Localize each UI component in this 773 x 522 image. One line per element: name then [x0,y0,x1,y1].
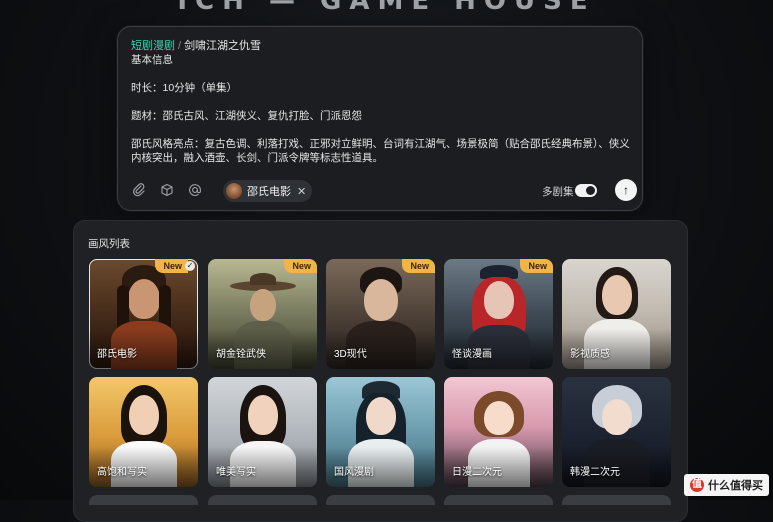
check-icon: ✓ [185,261,195,271]
style-card-guofeng-comic[interactable]: 国风漫剧 [326,377,435,487]
style-card-horror-comic[interactable]: New 怪谈漫画 [444,259,553,369]
style-card-label: 邵氏电影 [97,349,137,360]
style-card-cinematic[interactable]: 影视质感 [562,259,671,369]
close-icon[interactable]: ✕ [297,185,306,198]
style-card-label: 唯美写实 [216,467,256,478]
watermark-text: 什么值得买 [708,480,763,492]
watermark-logo: 值 [690,478,704,492]
prompt-toolbar: 邵氏电影 ✕ 多剧集 ↑ [128,179,637,205]
multi-episode-label: 多剧集 [542,186,574,198]
send-button[interactable]: ↑ [615,179,637,201]
chip-label: 邵氏电影 [247,186,291,198]
prompt-card[interactable]: 短剧漫剧 / 剑啸江湖之仇雪 基本信息 时长：10分钟（单集） 题材：邵氏古风、江湖… [117,26,643,211]
style-card-manhwa[interactable]: 韩漫二次元 [562,377,671,487]
prompt-line: 基本信息 [131,54,173,66]
prompt-text[interactable]: 基本信息 时长：10分钟（单集） 题材：邵氏古风、江湖侠义、复仇打脸、门派恩怨 … [131,53,636,165]
style-card-label: 高饱和写实 [97,467,147,478]
prompt-line: 题材：邵氏古风、江湖侠义、复仇打脸、门派恩怨 [131,110,362,122]
style-card-partial[interactable] [208,495,317,505]
style-card-partial[interactable] [326,495,435,505]
style-card-partial[interactable] [562,495,671,505]
new-badge: New [402,259,435,273]
style-card-king-hu-wuxia[interactable]: New 胡金铨武侠 [208,259,317,369]
at-icon[interactable] [186,183,204,201]
style-card-partial[interactable] [444,495,553,505]
style-card-label: 影视质感 [570,349,610,360]
style-card-aesthetic-realistic[interactable]: 唯美写实 [208,377,317,487]
new-badge: New [520,259,553,273]
prompt-line: 时长：10分钟（单集） [131,82,238,94]
style-card-label: 胡金铨武侠 [216,349,266,360]
panel-title: 画风列表 [88,238,130,250]
style-card-label: 怪谈漫画 [452,349,492,360]
project-title: 剑啸江湖之仇雪 [184,40,262,52]
cube-icon[interactable] [158,183,176,201]
new-badge: New [284,259,317,273]
style-card-partial[interactable] [89,495,198,505]
breadcrumb-separator: / [178,40,182,52]
style-card-label: 日漫二次元 [452,467,502,478]
watermark: 值 什么值得买 [684,474,769,496]
style-card-shaw-brothers[interactable]: New ✓ 邵氏电影 [89,259,198,369]
breadcrumb: 短剧漫剧 / 剑啸江湖之仇雪 [131,37,261,53]
new-badge: New [155,259,188,273]
style-card-3d-modern[interactable]: New 3D现代 [326,259,435,369]
multi-episode-toggle[interactable] [575,184,597,197]
category-label[interactable]: 短剧漫剧 [131,40,175,52]
style-chip[interactable]: 邵氏电影 ✕ [223,180,313,202]
style-card-label: 3D现代 [334,349,367,360]
style-card-high-saturation-realistic[interactable]: 高饱和写实 [89,377,198,487]
chip-thumbnail [226,183,242,199]
style-panel: 画风列表 New ✓ 邵氏电影 New 胡金铨武侠 New 3D现代 New 怪… [73,220,688,522]
page-header-title: ICH — GAME HOUSE [177,0,596,16]
prompt-line: 邵氏风格亮点：复古色调、利落打戏、正邪对立鲜明、台词有江湖气、场景极简（贴合邵氏… [131,138,630,164]
style-card-label: 国风漫剧 [334,467,374,478]
style-card-anime[interactable]: 日漫二次元 [444,377,553,487]
style-card-label: 韩漫二次元 [570,467,620,478]
toggle-knob [586,186,595,195]
paperclip-icon[interactable] [130,183,148,201]
